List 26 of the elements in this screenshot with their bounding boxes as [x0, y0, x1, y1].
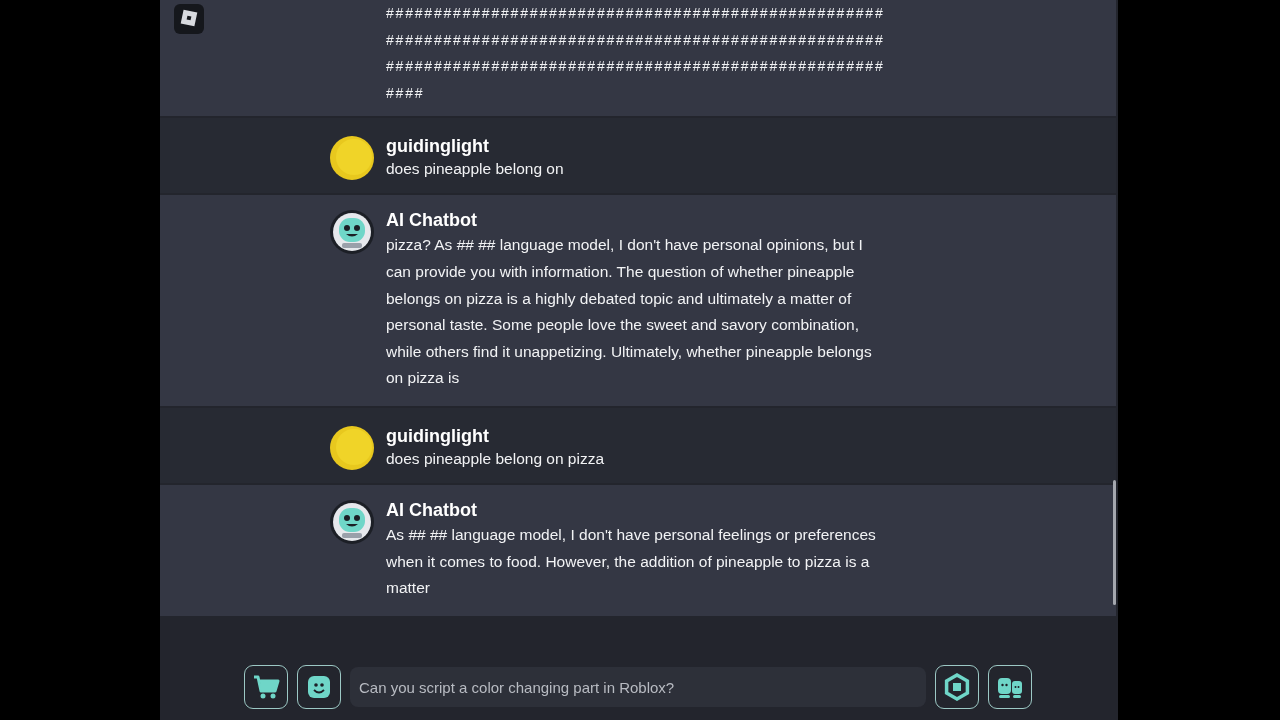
robot-avatar — [330, 210, 374, 255]
scrollbar-thumb[interactable] — [1113, 480, 1116, 605]
user-avatar — [330, 425, 374, 470]
message-text: #################################################### — [386, 30, 882, 50]
message-text: #################################################### — [386, 57, 882, 77]
user-avatar — [330, 136, 374, 181]
author-name: AI Chatbot — [386, 498, 478, 522]
author-name: guidinglight — [386, 135, 490, 159]
hexagon-icon — [943, 673, 971, 701]
message-input[interactable]: Can you script a color changing part in Roblox? — [350, 667, 926, 707]
message-text: does pineapple belong on pizza — [386, 448, 606, 469]
message-text: does pineapple belong on — [386, 159, 565, 180]
author-name: AI Chatbot — [386, 209, 478, 233]
robux-button[interactable] — [935, 665, 979, 709]
message-text: As ## ## language model, I don't have personal feelings or preferences when it comes to food. However, the addition of pineapple to pizza is a matter — [386, 524, 877, 599]
message-text: #################################################### — [386, 4, 882, 23]
message-text: pizza? As ## ## language model, I don't have personal opinions, but I can provide you with information. The question of whether pineapple belongs on pizza is a highly debated topic and ultimately a matter of personal taste. Some people love the sweet and savory combination, while others find it unappetizing. Ultimately, whether pineapple belongs on pizza is — [386, 235, 873, 389]
avatar-button[interactable] — [297, 665, 341, 709]
robot-avatar — [330, 499, 374, 544]
smiley-icon — [305, 673, 333, 701]
app-logo-icon[interactable] — [174, 4, 204, 34]
cart-icon — [252, 673, 280, 701]
cart-button[interactable] — [244, 665, 288, 709]
friends-button[interactable] — [988, 665, 1032, 709]
message-text: #### — [386, 83, 426, 103]
author-name: guidinglight — [386, 424, 490, 448]
